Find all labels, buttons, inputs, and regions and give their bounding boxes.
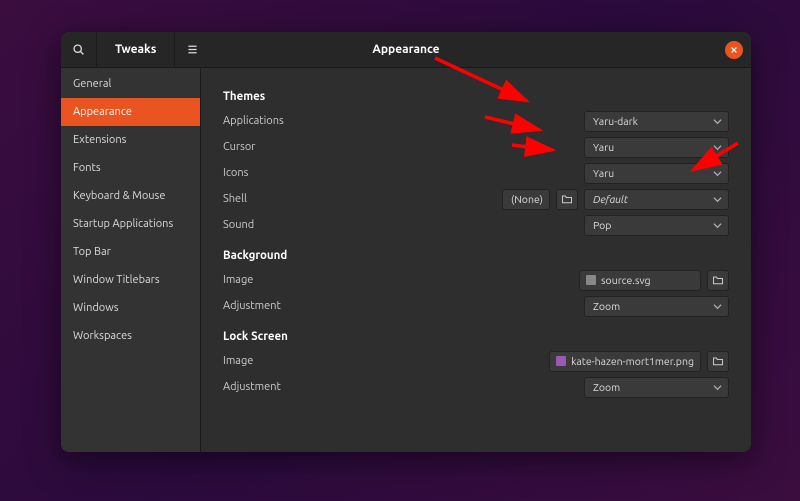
sidebar-item-workspaces[interactable]: Workspaces bbox=[61, 322, 200, 350]
cursor-combo[interactable]: Yaru bbox=[584, 137, 729, 158]
sidebar-item-windows[interactable]: Windows bbox=[61, 294, 200, 322]
sound-label: Sound bbox=[223, 219, 393, 231]
sidebar-item-general[interactable]: General bbox=[61, 70, 200, 98]
search-button[interactable] bbox=[61, 32, 97, 68]
row-ls-image: Image kate-hazen-mort1mer.png bbox=[223, 349, 729, 373]
cursor-label: Cursor bbox=[223, 141, 393, 153]
sidebar-item-appearance[interactable]: Appearance bbox=[61, 98, 200, 126]
applications-value: Yaru-dark bbox=[593, 115, 638, 127]
close-icon bbox=[730, 46, 738, 54]
shell-file-button[interactable] bbox=[556, 189, 578, 210]
applications-combo[interactable]: Yaru-dark bbox=[584, 111, 729, 132]
row-applications: Applications Yaru-dark bbox=[223, 109, 729, 133]
bg-adjustment-label: Adjustment bbox=[223, 300, 393, 312]
sidebar-item-fonts[interactable]: Fonts bbox=[61, 154, 200, 182]
bg-image-filename: source.svg bbox=[601, 274, 651, 286]
bg-adjustment-value: Zoom bbox=[593, 300, 620, 312]
folder-icon bbox=[561, 193, 573, 205]
sound-combo[interactable]: Pop bbox=[584, 215, 729, 236]
icons-label: Icons bbox=[223, 167, 393, 179]
chevron-down-icon bbox=[713, 302, 722, 311]
folder-icon bbox=[712, 355, 724, 367]
chevron-down-icon bbox=[713, 117, 722, 126]
ls-image-filename: kate-hazen-mort1mer.png bbox=[571, 355, 694, 367]
ls-image-chooser[interactable]: kate-hazen-mort1mer.png bbox=[549, 351, 701, 372]
chevron-down-icon bbox=[713, 195, 722, 204]
sidebar-item-top-bar[interactable]: Top Bar bbox=[61, 238, 200, 266]
sidebar: General Appearance Extensions Fonts Keyb… bbox=[61, 68, 201, 452]
image-thumb-icon bbox=[556, 356, 566, 366]
search-icon bbox=[72, 43, 85, 56]
sidebar-item-startup-apps[interactable]: Startup Applications bbox=[61, 210, 200, 238]
chevron-down-icon bbox=[713, 169, 722, 178]
sidebar-item-window-titlebars[interactable]: Window Titlebars bbox=[61, 266, 200, 294]
ls-adjustment-value: Zoom bbox=[593, 381, 620, 393]
applications-label: Applications bbox=[223, 115, 393, 127]
bg-image-chooser[interactable]: source.svg bbox=[579, 270, 701, 291]
bg-image-label: Image bbox=[223, 274, 393, 286]
chevron-down-icon bbox=[713, 221, 722, 230]
menu-button[interactable] bbox=[174, 32, 210, 68]
chevron-down-icon bbox=[713, 383, 722, 392]
row-bg-adjustment: Adjustment Zoom bbox=[223, 294, 729, 318]
icons-combo[interactable]: Yaru bbox=[584, 163, 729, 184]
cursor-value: Yaru bbox=[593, 141, 614, 153]
image-thumb-icon bbox=[586, 275, 596, 285]
row-ls-adjustment: Adjustment Zoom bbox=[223, 375, 729, 399]
shell-value: Default bbox=[593, 193, 628, 205]
bg-adjustment-combo[interactable]: Zoom bbox=[584, 296, 729, 317]
bg-image-open-button[interactable] bbox=[707, 270, 729, 291]
hamburger-icon bbox=[186, 43, 199, 56]
icons-value: Yaru bbox=[593, 167, 614, 179]
row-sound: Sound Pop bbox=[223, 213, 729, 237]
app-title: Tweaks bbox=[97, 43, 174, 56]
window-body: General Appearance Extensions Fonts Keyb… bbox=[61, 68, 751, 452]
page-title: Appearance bbox=[372, 43, 439, 56]
shell-label: Shell bbox=[223, 193, 393, 205]
lockscreen-heading: Lock Screen bbox=[223, 330, 729, 343]
sidebar-item-keyboard-mouse[interactable]: Keyboard & Mouse bbox=[61, 182, 200, 210]
titlebar-left: Tweaks bbox=[61, 32, 210, 68]
shell-none-combo[interactable]: (None) bbox=[502, 189, 550, 210]
shell-combo[interactable]: Default bbox=[584, 189, 729, 210]
sidebar-item-extensions[interactable]: Extensions bbox=[61, 126, 200, 154]
row-icons: Icons Yaru bbox=[223, 161, 729, 185]
ls-image-open-button[interactable] bbox=[707, 351, 729, 372]
close-button[interactable] bbox=[725, 41, 743, 59]
ls-image-label: Image bbox=[223, 355, 393, 367]
background-heading: Background bbox=[223, 249, 729, 262]
chevron-down-icon bbox=[713, 143, 722, 152]
ls-adjustment-label: Adjustment bbox=[223, 381, 393, 393]
titlebar: Tweaks Appearance bbox=[61, 32, 751, 68]
themes-heading: Themes bbox=[223, 90, 729, 103]
tweaks-window: Tweaks Appearance General Appearance Ext… bbox=[61, 32, 751, 452]
content-panel: Themes Applications Yaru-dark Cursor Yar… bbox=[201, 68, 751, 452]
shell-none-value: (None) bbox=[511, 193, 543, 205]
row-shell: Shell (None) Default bbox=[223, 187, 729, 211]
sound-value: Pop bbox=[593, 219, 611, 231]
ls-adjustment-combo[interactable]: Zoom bbox=[584, 377, 729, 398]
row-cursor: Cursor Yaru bbox=[223, 135, 729, 159]
folder-icon bbox=[712, 274, 724, 286]
row-bg-image: Image source.svg bbox=[223, 268, 729, 292]
